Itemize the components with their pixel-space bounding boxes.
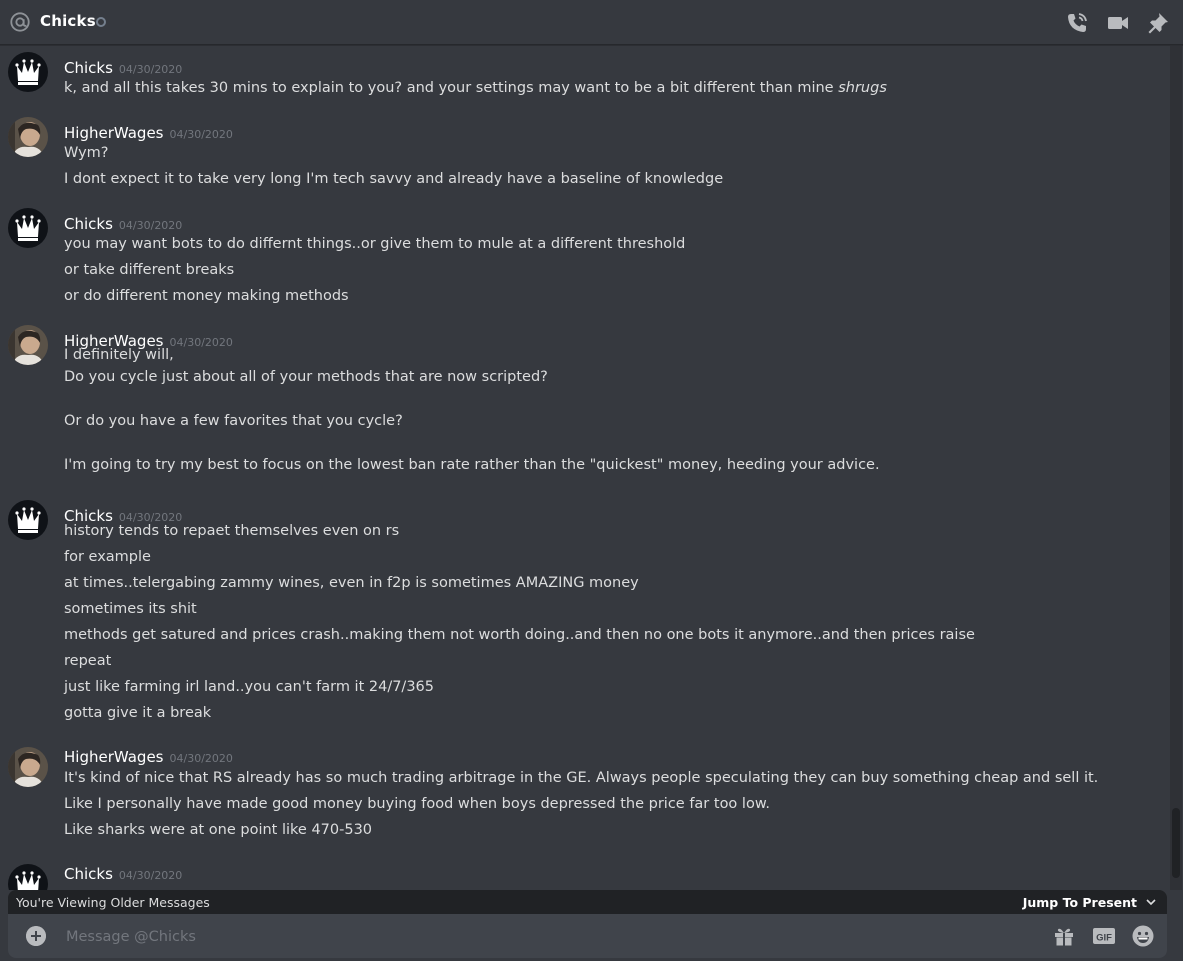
message-line: It's kind of nice that RS already has so… [64, 770, 1099, 786]
message-line: methods get satured and prices crash..ma… [64, 627, 975, 643]
crown-icon [15, 59, 41, 85]
avatar[interactable] [8, 864, 48, 890]
message-list[interactable]: Chicks 04/30/2020 k, and all this takes 3… [0, 46, 1170, 890]
older-messages-text: You're Viewing Older Messages [16, 895, 210, 910]
gif-icon[interactable]: GIF [1092, 924, 1116, 948]
channel-title: Chicks [40, 12, 96, 30]
voice-call-icon[interactable] [1065, 11, 1089, 35]
message-composer: GIF [8, 914, 1167, 958]
author-name[interactable]: HigherWages [64, 124, 164, 142]
pin-icon[interactable] [1146, 11, 1170, 35]
avatar[interactable] [8, 117, 48, 157]
older-messages-bar: You're Viewing Older Messages Jump To Pr… [8, 890, 1167, 914]
author-name[interactable]: HigherWages [64, 748, 164, 766]
message-line: repeat [64, 653, 112, 669]
message-line: gotta give it a break [64, 705, 212, 721]
message-line: I definitely will, [64, 347, 174, 363]
author-name[interactable]: Chicks [64, 865, 113, 883]
user-avatar-icon [8, 325, 48, 365]
message-line: I dont expect it to take very long I'm t… [64, 171, 724, 187]
message-line: Like I personally have made good money b… [64, 796, 770, 812]
message-meta: HigherWages 04/30/2020 [64, 123, 233, 143]
italic-text: shrugs [838, 80, 887, 96]
message-line: history tends to repaet themselves even … [64, 523, 400, 539]
message-line: at times..telergabing zammy wines, even … [64, 575, 639, 591]
add-attachment-icon[interactable] [26, 926, 46, 946]
author-name[interactable]: Chicks [64, 59, 113, 77]
message-line: for example [64, 549, 151, 565]
message-line: or do different money making methods [64, 288, 349, 304]
user-avatar-icon [8, 117, 48, 157]
svg-text:GIF: GIF [1096, 933, 1112, 944]
timestamp: 04/30/2020 [118, 219, 183, 232]
author-name[interactable]: Chicks [64, 215, 113, 233]
status-icon [96, 17, 106, 27]
message-line: I'm going to try my best to focus on the… [64, 457, 880, 473]
avatar[interactable] [8, 52, 48, 92]
scrollbar-thumb[interactable] [1172, 808, 1180, 878]
message-line: k, and all this takes 30 mins to explain… [64, 80, 887, 96]
avatar[interactable] [8, 747, 48, 787]
gift-icon[interactable] [1052, 924, 1076, 948]
crown-icon [15, 215, 41, 241]
message-meta: Chicks 04/30/2020 [64, 864, 182, 884]
timestamp: 04/30/2020 [169, 336, 233, 349]
avatar[interactable] [8, 325, 48, 365]
scrollbar-track[interactable] [1170, 46, 1182, 890]
message-meta: Chicks 04/30/2020 [64, 214, 182, 234]
timestamp: 04/30/2020 [169, 752, 233, 765]
channel-header: Chicks [0, 0, 1183, 45]
message-line: you may want bots to do differnt things.… [64, 236, 686, 252]
emoji-icon[interactable] [1131, 924, 1155, 948]
avatar[interactable] [8, 500, 48, 540]
video-call-icon[interactable] [1106, 11, 1130, 35]
jump-to-present-button[interactable]: Jump To Present [1023, 895, 1137, 910]
timestamp: 04/30/2020 [118, 63, 183, 76]
timestamp: 04/30/2020 [118, 869, 183, 882]
message-line: Wym? [64, 145, 109, 161]
message-line: sometimes its shit [64, 601, 197, 617]
crown-icon [15, 871, 41, 890]
message-meta: HigherWages 04/30/2020 [64, 747, 233, 767]
crown-icon [15, 507, 41, 533]
at-icon [10, 12, 30, 32]
message-line: Or do you have a few favorites that you … [64, 413, 403, 429]
message-line: just like farming irl land..you can't fa… [64, 679, 434, 695]
message-input[interactable] [64, 926, 968, 948]
chevron-down-icon[interactable] [1145, 896, 1157, 908]
message-meta: Chicks 04/30/2020 [64, 58, 182, 78]
user-avatar-icon [8, 747, 48, 787]
message-line: Like sharks were at one point like 470-5… [64, 822, 373, 838]
message-line: Do you cycle just about all of your meth… [64, 369, 548, 385]
message-line: or take different breaks [64, 262, 235, 278]
timestamp: 04/30/2020 [169, 128, 233, 141]
avatar[interactable] [8, 208, 48, 248]
